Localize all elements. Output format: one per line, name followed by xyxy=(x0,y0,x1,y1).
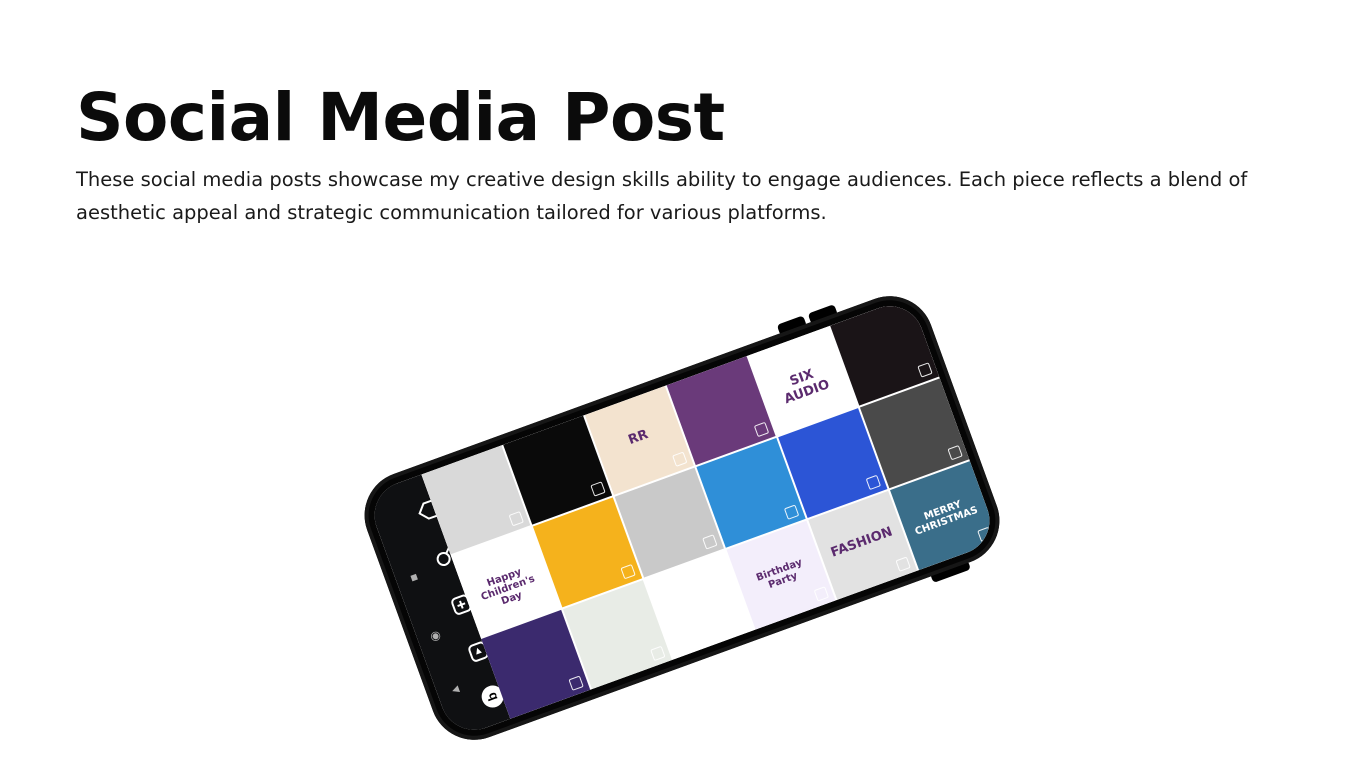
multi-post-icon xyxy=(895,556,911,572)
post-label: Birthday Party xyxy=(754,557,804,592)
multi-post-icon xyxy=(672,451,688,468)
multi-post-icon xyxy=(783,504,800,520)
phone-mockup: b ■ ◉ ▲ RR SIX AUDIO Happy Children's Day B… xyxy=(352,283,1012,753)
phone-body: b ■ ◉ ▲ RR SIX AUDIO Happy Children's Day B… xyxy=(352,283,1012,753)
multi-post-icon xyxy=(590,481,606,497)
multi-post-icon xyxy=(568,675,584,691)
multi-post-icon xyxy=(538,593,554,609)
post-label: FASHION xyxy=(828,524,895,561)
multi-post-icon xyxy=(977,526,993,543)
multi-post-icon xyxy=(650,645,666,662)
page-description: These social media posts showcase my cre… xyxy=(76,168,1248,224)
post-grid: RR SIX AUDIO Happy Children's Day Birthday … xyxy=(421,296,999,719)
multi-post-icon xyxy=(947,444,963,461)
multi-post-icon xyxy=(753,422,770,438)
post-label: MERRY CHRISTMAS xyxy=(913,499,980,538)
post-label: Happy Children's Day xyxy=(479,566,537,608)
circle-icon[interactable]: ◉ xyxy=(428,627,443,644)
multi-post-icon xyxy=(702,533,718,550)
square-icon[interactable]: ■ xyxy=(406,569,421,585)
triangle-back-icon[interactable]: ▲ xyxy=(447,682,464,698)
phone-screen: b ■ ◉ ▲ RR SIX AUDIO Happy Children's Day B… xyxy=(365,296,999,740)
multi-post-icon xyxy=(620,563,636,580)
multi-post-icon xyxy=(865,474,881,490)
multi-post-icon xyxy=(835,392,852,408)
post-label: SIX AUDIO xyxy=(782,367,832,408)
page: Social Media Post These social media pos… xyxy=(0,0,1366,768)
multi-post-icon xyxy=(731,615,748,632)
multi-post-icon xyxy=(508,511,525,527)
multi-post-icon xyxy=(917,362,933,378)
post-label: RR xyxy=(626,427,651,449)
page-title: Social Media Post xyxy=(76,79,725,156)
multi-post-icon xyxy=(813,586,830,602)
